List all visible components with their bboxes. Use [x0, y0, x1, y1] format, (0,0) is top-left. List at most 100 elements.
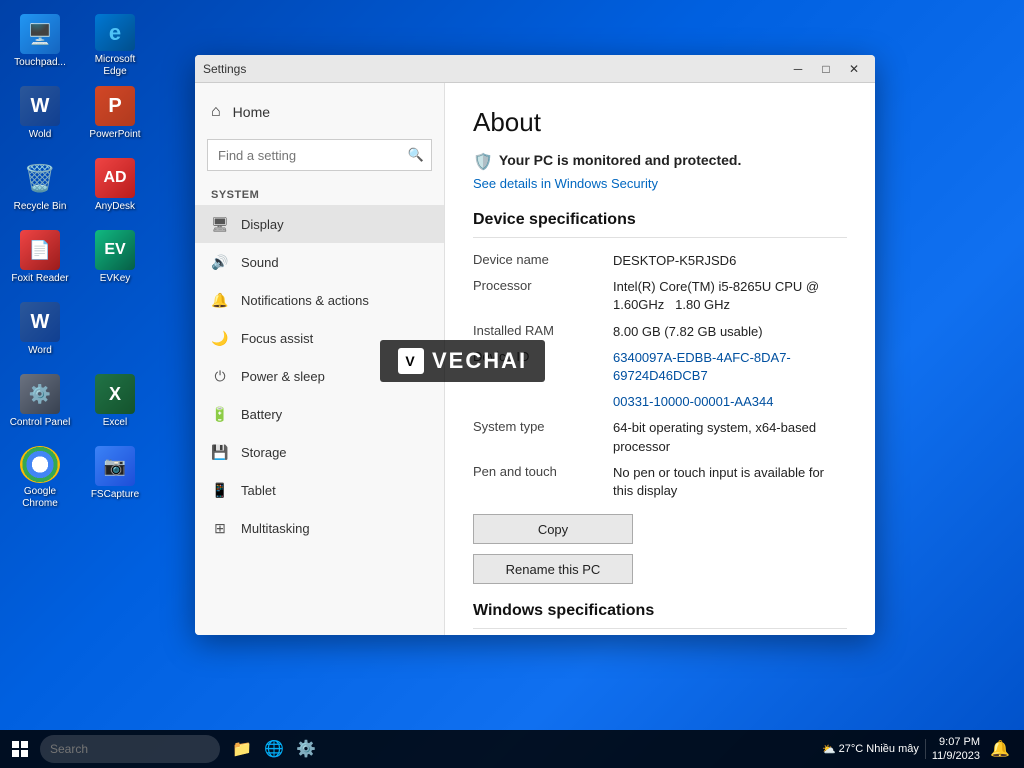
power-icon: ⏻	[211, 367, 229, 385]
maximize-button[interactable]: □	[813, 58, 839, 80]
desktop: 🖥️ Touchpad... e Microsoft Edge W Wold P…	[0, 0, 1024, 768]
word2-label: Word	[28, 345, 52, 357]
spec-value-processor: Intel(R) Core(TM) i5-8265U CPU @ 1.60GHz…	[613, 278, 847, 314]
spec-value-pentouch: No pen or touch input is available for t…	[613, 464, 847, 500]
watermark-logo: V	[398, 348, 424, 374]
spec-value-ram: 8.00 GB (7.82 GB usable)	[613, 323, 847, 341]
taskbar-icons: 📁 🌐 ⚙️	[228, 735, 320, 763]
desktop-icon-panel[interactable]: ⚙️ Control Panel	[5, 370, 75, 442]
tablet-icon: 📱	[211, 481, 229, 499]
home-icon: ⌂	[211, 103, 221, 121]
chrome-icon	[20, 446, 60, 483]
minimize-button[interactable]: ─	[785, 58, 811, 80]
desktop-icon-word2[interactable]: W Word	[5, 298, 75, 370]
spec-value-systemtype: 64-bit operating system, x64-based proce…	[613, 419, 847, 455]
power-label: Power & sleep	[241, 369, 325, 384]
desktop-icon-word[interactable]: W Wold	[5, 82, 75, 154]
fscapture-icon: 📷	[95, 446, 135, 486]
spec-row-processor: Processor Intel(R) Core(TM) i5-8265U CPU…	[473, 278, 847, 314]
shield-icon: 🛡️	[473, 152, 493, 172]
evkey-label: EVKey	[100, 273, 131, 285]
taskbar-file-explorer[interactable]: 📁	[228, 735, 256, 763]
desktop-icon-grid: 🖥️ Touchpad... e Microsoft Edge W Wold P…	[5, 10, 155, 586]
notifications-icon: 🔔	[211, 291, 229, 309]
storage-icon: 💾	[211, 443, 229, 461]
excel-label: Excel	[103, 417, 127, 429]
spec-row-systemtype: System type 64-bit operating system, x64…	[473, 419, 847, 455]
desktop-icon-evkey[interactable]: EV EVKey	[80, 226, 150, 298]
action-buttons: Copy Rename this PC	[473, 514, 633, 584]
see-details-link[interactable]: See details in Windows Security	[473, 176, 847, 191]
desktop-icon-recycle[interactable]: 🗑️ Recycle Bin	[5, 154, 75, 226]
desktop-icon-anydesk[interactable]: AD AnyDesk	[80, 154, 150, 226]
spec-label-pentouch: Pen and touch	[473, 464, 613, 479]
desktop-icon-excel[interactable]: X Excel	[80, 370, 150, 442]
start-button[interactable]	[4, 733, 36, 765]
touchpad-label: Touchpad...	[14, 57, 66, 69]
touchpad-icon: 🖥️	[20, 14, 60, 54]
rename-pc-button[interactable]: Rename this PC	[473, 554, 633, 584]
spec-label-systemtype: System type	[473, 419, 613, 434]
spec-value-deviceid: 6340097A-EDBB-4AFC-8DA7-69724D46DCB7	[613, 349, 847, 385]
spec-row-ram: Installed RAM 8.00 GB (7.82 GB usable)	[473, 323, 847, 341]
home-button[interactable]: ⌂ Home	[195, 93, 444, 131]
battery-label: Battery	[241, 407, 282, 422]
display-label: Display	[241, 217, 284, 232]
home-label: Home	[233, 104, 270, 120]
copy-button[interactable]: Copy	[473, 514, 633, 544]
desktop-icon-edge[interactable]: e Microsoft Edge	[80, 10, 150, 82]
panel-label: Control Panel	[10, 417, 71, 429]
settings-search-container: 🔍	[207, 139, 432, 171]
sound-label: Sound	[241, 255, 279, 270]
taskbar: 📁 🌐 ⚙️ ⛅ 27°C Nhiều mây 9:07 PM 11/9/202…	[0, 730, 1024, 768]
spec-label-processor: Processor	[473, 278, 613, 293]
anydesk-label: AnyDesk	[95, 201, 135, 213]
nav-item-battery[interactable]: 🔋 Battery	[195, 395, 444, 433]
desktop-icon-fscapture[interactable]: 📷 FSCapture	[80, 442, 150, 514]
settings-titlebar: Settings ─ □ ✕	[195, 55, 875, 83]
desktop-icon-chrome[interactable]: Google Chrome	[5, 442, 75, 514]
fscapture-label: FSCapture	[91, 489, 139, 501]
edge-icon: e	[95, 14, 135, 51]
settings-window-title: Settings	[203, 62, 785, 76]
windows-specs-title: Windows specifications	[473, 602, 847, 629]
acrobat-label: Foxit Reader	[11, 273, 68, 285]
nav-item-notifications[interactable]: 🔔 Notifications & actions	[195, 281, 444, 319]
taskbar-search-input[interactable]	[40, 735, 220, 763]
nav-item-storage[interactable]: 💾 Storage	[195, 433, 444, 471]
system-section-label: System	[195, 179, 444, 205]
protected-text: Your PC is monitored and protected.	[499, 152, 741, 168]
spec-value-productid: 00331-10000-00001-AA344	[613, 393, 847, 411]
window-controls: ─ □ ✕	[785, 58, 867, 80]
desktop-icon-touchpad[interactable]: 🖥️ Touchpad...	[5, 10, 75, 82]
taskbar-settings[interactable]: ⚙️	[292, 735, 320, 763]
clock-date: 11/9/2023	[932, 749, 980, 763]
battery-icon: 🔋	[211, 405, 229, 423]
watermark-text: VECHAI	[432, 348, 527, 374]
notification-button[interactable]: 🔔	[986, 735, 1014, 763]
nav-item-multitasking[interactable]: ⊞ Multitasking	[195, 509, 444, 547]
weather-info: ⛅ 27°C Nhiều mây	[822, 743, 919, 756]
watermark: V VECHAI	[380, 340, 545, 382]
weather-icon: ⛅	[822, 743, 836, 756]
nav-item-sound[interactable]: 🔊 Sound	[195, 243, 444, 281]
taskbar-time: 9:07 PM 11/9/2023	[932, 735, 980, 764]
word-icon: W	[20, 86, 60, 126]
search-icon: 🔍	[408, 147, 424, 163]
settings-search-input[interactable]	[207, 139, 432, 171]
recycle-label: Recycle Bin	[14, 201, 67, 213]
about-title: About	[473, 107, 847, 138]
spec-label-device: Device name	[473, 252, 613, 267]
display-icon: 🖥	[211, 215, 229, 233]
desktop-icon-powerpoint[interactable]: P PowerPoint	[80, 82, 150, 154]
nav-item-tablet[interactable]: 📱 Tablet	[195, 471, 444, 509]
chrome-label: Google Chrome	[9, 486, 71, 510]
anydesk-icon: AD	[95, 158, 135, 198]
nav-item-display[interactable]: 🖥 Display	[195, 205, 444, 243]
recycle-icon: 🗑️	[20, 158, 60, 198]
powerpoint-icon: P	[95, 86, 135, 126]
edge-label: Microsoft Edge	[84, 54, 146, 78]
close-button[interactable]: ✕	[841, 58, 867, 80]
taskbar-chrome[interactable]: 🌐	[260, 735, 288, 763]
desktop-icon-acrobat[interactable]: 📄 Foxit Reader	[5, 226, 75, 298]
